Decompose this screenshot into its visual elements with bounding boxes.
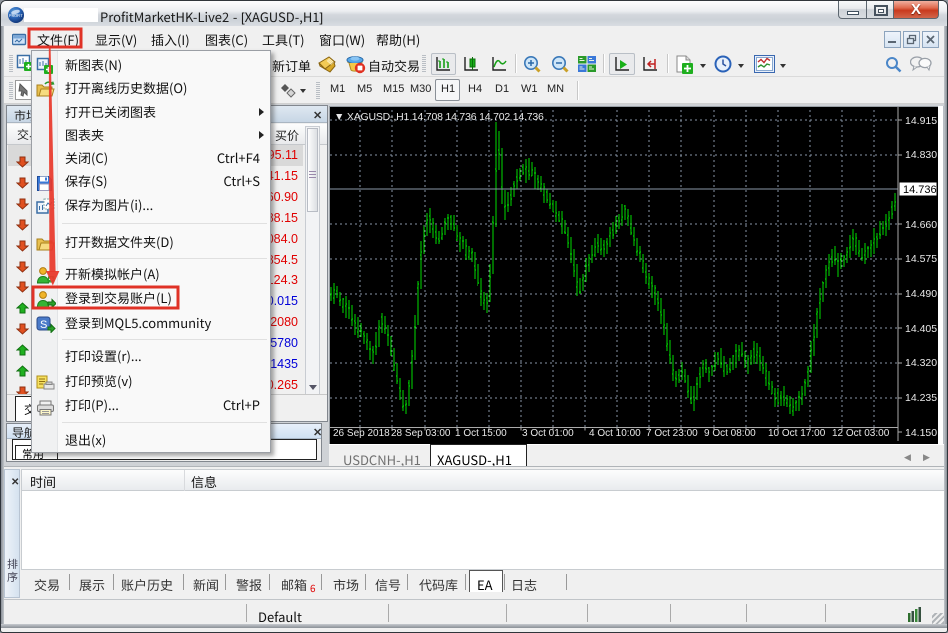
svg-text:S: S bbox=[40, 319, 47, 331]
svg-text:14.915: 14.915 bbox=[905, 115, 937, 127]
svg-text:7 Oct 23:00: 7 Oct 23:00 bbox=[646, 428, 698, 439]
svg-text:14.660: 14.660 bbox=[905, 219, 937, 231]
svg-text:14.405: 14.405 bbox=[905, 323, 937, 335]
svg-text:14.736: 14.736 bbox=[903, 184, 937, 196]
svg-text:▼ XAGUSD-,H1 14.708 14.736 14: ▼ XAGUSD-,H1 14.708 14.736 14.702 14.736 bbox=[334, 111, 544, 123]
svg-text:14.150: 14.150 bbox=[905, 427, 937, 439]
svg-text:3 Oct 01:00: 3 Oct 01:00 bbox=[522, 428, 574, 439]
svg-text:28 Sep 03:00: 28 Sep 03:00 bbox=[391, 428, 451, 439]
svg-text:9 Oct 08:00: 9 Oct 08:00 bbox=[704, 428, 756, 439]
svg-text:14.490: 14.490 bbox=[905, 288, 937, 300]
svg-text:4 Oct 10:00: 4 Oct 10:00 bbox=[589, 428, 641, 439]
svg-text:26 Sep 2018: 26 Sep 2018 bbox=[333, 428, 390, 439]
svg-text:1 Oct 15:00: 1 Oct 15:00 bbox=[455, 428, 507, 439]
svg-text:14.235: 14.235 bbox=[905, 392, 937, 404]
svg-text:12 Oct 03:00: 12 Oct 03:00 bbox=[832, 428, 890, 439]
svg-text:14.320: 14.320 bbox=[905, 357, 937, 369]
svg-text:14.830: 14.830 bbox=[905, 149, 937, 161]
svg-text:14.575: 14.575 bbox=[905, 253, 937, 265]
svg-text:10 Oct 17:00: 10 Oct 17:00 bbox=[768, 428, 826, 439]
